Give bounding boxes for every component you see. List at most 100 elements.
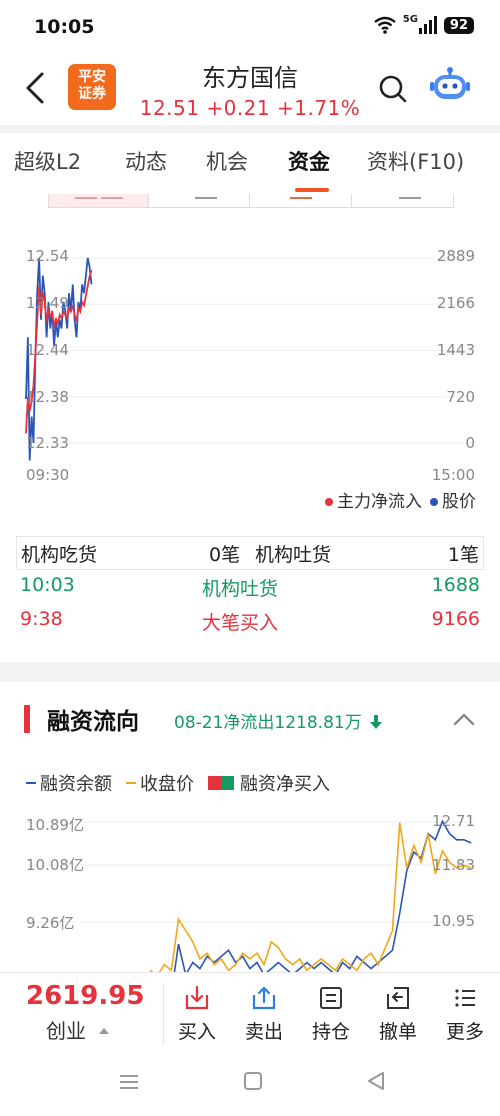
legend-net-buy: 融资净买入 — [240, 774, 330, 795]
trade-toolbar: 2619.95 创业 买入 卖出 持仓 撤单 更多 — [0, 972, 500, 1052]
buy-icon — [185, 985, 209, 1010]
flow-chart-legend: 主力净流入 股价 — [325, 487, 476, 512]
position-icon — [320, 987, 342, 1009]
trade-amount: 9166 — [431, 608, 480, 630]
stock-name: 东方国信 — [202, 64, 298, 92]
legend-main-dot — [325, 498, 333, 506]
legend-close-line — [126, 782, 136, 784]
status-time: 10:05 — [34, 16, 95, 38]
tab-bar: 超级L2 动态 机会 资金 资料(F10) — [0, 146, 500, 186]
header-separator — [0, 125, 500, 133]
legend-balance: 融资余额 — [40, 774, 112, 795]
search-icon[interactable] — [378, 74, 408, 104]
caret-up-icon — [99, 1028, 110, 1034]
inst-spit-label: 机构吐货 — [255, 544, 332, 566]
legend-balance-line — [26, 782, 36, 784]
chevron-up-icon[interactable] — [452, 710, 476, 728]
sub-tab-4[interactable] — [399, 197, 421, 199]
margin-right-tick-2: 11.83 — [432, 856, 475, 874]
menu-icon[interactable] — [118, 1072, 140, 1092]
buy-button[interactable]: 买入 — [168, 981, 226, 1045]
robot-assistant-icon[interactable] — [430, 66, 470, 102]
trade-time: 9:38 — [20, 608, 63, 630]
table-row: 9:38 大笔买入 9166 — [16, 604, 484, 638]
sell-label: 卖出 — [244, 1021, 283, 1043]
sub-tab-strip — [48, 194, 454, 208]
section-marker — [24, 705, 30, 733]
sell-button[interactable]: 卖出 — [235, 981, 293, 1045]
legend-close: 收盘价 — [140, 774, 194, 795]
tab-profile-f10[interactable]: 资料(F10) — [367, 146, 464, 176]
legend-price-dot — [430, 498, 438, 506]
left-tick-2: 12.49 — [26, 294, 69, 312]
sub-tab-1[interactable] — [49, 194, 149, 207]
inst-eat-label: 机构吃货 — [21, 544, 98, 566]
left-tick-1: 12.54 — [26, 247, 69, 265]
buy-label: 买入 — [177, 1021, 216, 1043]
cancel-order-label: 撤单 — [378, 1021, 417, 1043]
left-tick-5: 12.33 — [26, 434, 69, 452]
more-label: 更多 — [445, 1021, 484, 1043]
time-start: 09:30 — [26, 466, 70, 484]
left-tick-3: 12.44 — [26, 341, 69, 359]
margin-left-tick-1: 10.89亿 — [26, 816, 84, 834]
right-tick-5: 0 — [465, 434, 475, 452]
series-line-close — [149, 822, 472, 972]
index-value[interactable]: 2619.95 — [26, 981, 144, 1011]
stock-quote: 12.51 +0.21 +1.71% — [139, 96, 361, 120]
trade-type: 机构吐货 — [202, 578, 279, 600]
back-icon[interactable] — [366, 1071, 386, 1091]
broker-logo: 平安 证券 — [68, 64, 116, 110]
tab-funds[interactable]: 资金 — [288, 146, 330, 176]
signal-icon — [418, 16, 437, 34]
more-button[interactable]: 更多 — [436, 981, 494, 1045]
table-row: 10:03 机构吐货 1688 — [16, 570, 484, 604]
cancel-order-button[interactable]: 撤单 — [369, 981, 427, 1045]
status-bar: 10:05 5G 92 — [0, 0, 500, 56]
left-tick-4: 12.38 — [26, 388, 69, 406]
active-tab-indicator — [295, 188, 329, 192]
inst-eat-count: 0笔 — [209, 544, 241, 566]
time-end: 15:00 — [431, 466, 475, 484]
system-nav-bar — [0, 1052, 500, 1116]
institution-summary-row: 机构吃货 0笔 机构吐货 1笔 — [16, 536, 484, 570]
tab-super-l2[interactable]: 超级L2 — [14, 146, 81, 176]
margin-chart-legend: 融资余额 收盘价 融资净买入 — [26, 770, 330, 796]
tab-dynamics[interactable]: 动态 — [125, 146, 167, 176]
legend-price: 股价 — [442, 492, 476, 512]
sub-tab-3[interactable] — [250, 194, 352, 207]
back-arrow-icon[interactable] — [22, 70, 52, 106]
arrow-down-icon — [370, 715, 383, 729]
status-icons: 5G 92 — [373, 13, 474, 34]
margin-right-tick-1: 12.71 — [432, 812, 475, 830]
trade-amount: 1688 — [431, 574, 480, 596]
institution-trades: 机构吃货 0笔 机构吐货 1笔 10:03 机构吐货 1688 9:38 大笔买… — [16, 536, 484, 636]
position-button[interactable]: 持仓 — [302, 981, 360, 1045]
legend-net-swatch — [208, 776, 234, 790]
fund-flow-chart — [25, 257, 475, 461]
right-tick-1: 2889 — [436, 247, 475, 265]
sub-tab-2[interactable] — [149, 194, 250, 207]
cancel-order-icon — [387, 987, 409, 1009]
margin-left-tick-2: 10.08亿 — [26, 856, 84, 874]
inst-spit-count: 1笔 — [447, 544, 479, 566]
position-label: 持仓 — [311, 1021, 350, 1043]
right-tick-4: 720 — [446, 388, 475, 406]
series-line-balance — [173, 819, 472, 972]
more-icon — [455, 989, 475, 1007]
tab-opportunity[interactable]: 机会 — [206, 146, 248, 176]
legend-main-flow: 主力净流入 — [337, 492, 422, 512]
network-label: 5G — [402, 13, 418, 25]
home-icon[interactable] — [243, 1071, 263, 1091]
trade-type: 大笔买入 — [202, 612, 279, 634]
toolbar-divider — [163, 983, 164, 1045]
wifi-icon — [373, 16, 396, 34]
right-tick-2: 2166 — [436, 294, 475, 312]
index-selector[interactable]: 创业 — [46, 1015, 110, 1044]
trade-time: 10:03 — [20, 574, 75, 596]
battery-indicator: 92 — [443, 16, 474, 34]
sell-icon — [252, 986, 276, 1010]
margin-right-tick-3: 10.95 — [432, 912, 475, 930]
margin-left-tick-3: 9.26亿 — [26, 914, 75, 932]
right-tick-3: 1443 — [436, 341, 475, 359]
